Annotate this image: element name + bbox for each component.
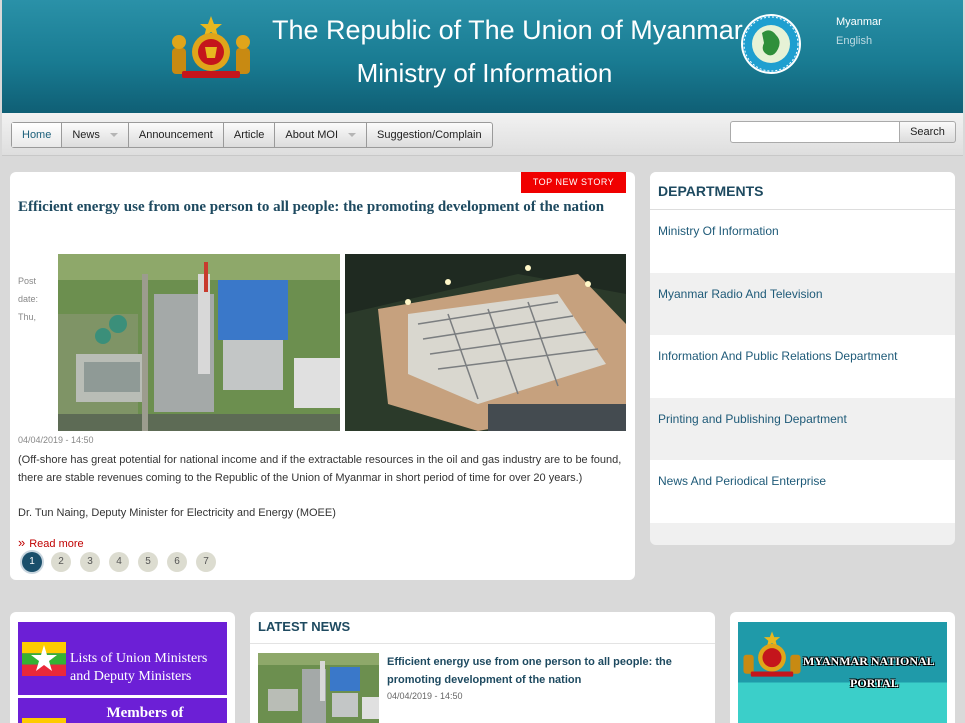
search-input[interactable] (730, 121, 900, 143)
nav-label: Home (22, 129, 52, 141)
latest-news-heading: LATEST NEWS (258, 619, 351, 634)
nav-item-about-moi[interactable]: About MOI (275, 123, 367, 147)
members-banner[interactable]: Members of (18, 698, 227, 723)
caret-down-icon (109, 133, 118, 138)
latest-news-panel: LATEST NEWS Efficient energy use from on… (250, 612, 715, 723)
page-dot-7[interactable]: 7 (196, 552, 216, 572)
news-thumbnail[interactable] (258, 653, 379, 723)
story-title-link[interactable]: Efficient energy use from one person to … (18, 197, 630, 218)
latest-news-date: 04/04/2019 - 14:50 (387, 691, 463, 701)
page-dot-2[interactable]: 2 (51, 552, 71, 572)
search-button[interactable]: Search (900, 121, 956, 143)
state-emblem-icon (172, 16, 250, 78)
national-portal-panel: MYANMAR NATIONAL PORTAL (730, 612, 955, 723)
union-ministers-label: Lists of Union Ministers and Deputy Mini… (70, 651, 208, 684)
myanmar-flag-icon (22, 642, 66, 676)
caret-down-icon (348, 133, 356, 138)
nav-label: Article (233, 129, 265, 141)
department-item[interactable]: Myanmar Radio And Television (650, 272, 955, 335)
page-dot-1[interactable]: 1 (22, 552, 42, 572)
union-ministers-banner[interactable]: Lists of Union Ministers and Deputy Mini… (18, 622, 227, 695)
story-summary: (Off-shore has great potential for natio… (18, 454, 622, 484)
nav-item-suggestion-complain[interactable]: Suggestion/Complain (367, 123, 492, 147)
site-header: The Republic of The Union of Myanmar Min… (2, 0, 963, 113)
departments-heading: DEPARTMENTS (650, 172, 955, 210)
page-dot-5[interactable]: 5 (138, 552, 158, 572)
top-story-panel: TOP NEW STORY Efficient energy use from … (10, 172, 635, 580)
portal-title-line1: MYANMAR NATIONAL (803, 654, 935, 668)
language-myanmar-link[interactable]: Myanmar (836, 16, 882, 28)
site-title-line2: Ministry of Information (356, 58, 613, 88)
double-chevron-right-icon: » (18, 535, 26, 550)
page-dot-6[interactable]: 6 (167, 552, 187, 572)
department-item[interactable]: Ministry Of Information (650, 210, 955, 273)
latest-news-title-link[interactable]: Efficient energy use from one person to … (387, 653, 687, 689)
portal-title-line2: PORTAL (850, 676, 899, 690)
nav-label: News (72, 129, 100, 141)
members-label: Members of (106, 705, 184, 721)
department-item[interactable]: Printing and Publishing Department (650, 397, 955, 460)
page-dot-4[interactable]: 4 (109, 552, 129, 572)
national-portal-banner[interactable]: MYANMAR NATIONAL PORTAL (738, 622, 947, 723)
state-emblem-icon (743, 631, 801, 677)
read-more-link[interactable]: » Read more (18, 535, 84, 550)
top-new-story-badge: TOP NEW STORY (521, 172, 626, 193)
page-dot-3[interactable]: 3 (80, 552, 100, 572)
nav-item-article[interactable]: Article (224, 123, 276, 147)
myanmar-flag-icon (22, 718, 66, 723)
read-more-label: Read more (29, 538, 84, 550)
departments-panel: DEPARTMENTS Ministry Of Information Myan… (650, 172, 955, 545)
language-english-link[interactable]: English (836, 35, 872, 47)
story-author: Dr. Tun Naing, Deputy Minister for Elect… (18, 507, 336, 519)
nav-label: Announcement (138, 129, 213, 141)
site-title-line1: The Republic of The Union of Myanmar (272, 15, 743, 45)
divider (250, 643, 715, 644)
post-date-label: Post date: Thu, (18, 276, 39, 322)
department-item[interactable]: Information And Public Relations Departm… (650, 335, 955, 398)
main-navigation: Home News Announcement Article About MOI… (2, 113, 963, 156)
nav-item-news[interactable]: News (62, 123, 129, 147)
nav-item-announcement[interactable]: Announcement (129, 123, 224, 147)
nav-label: About MOI (285, 129, 338, 141)
quick-links-panel: Lists of Union Ministers and Deputy Mini… (10, 612, 235, 723)
department-item[interactable]: News And Periodical Enterprise (650, 460, 955, 523)
nav-menu: Home News Announcement Article About MOI… (11, 122, 493, 148)
story-date: 04/04/2019 - 14:50 (18, 435, 94, 445)
story-pager: 1 2 3 4 5 6 7 (22, 552, 216, 572)
nav-item-home[interactable]: Home (12, 123, 63, 147)
ministry-seal-icon (741, 14, 801, 74)
nav-label: Suggestion/Complain (377, 129, 482, 141)
story-image[interactable] (58, 254, 626, 431)
